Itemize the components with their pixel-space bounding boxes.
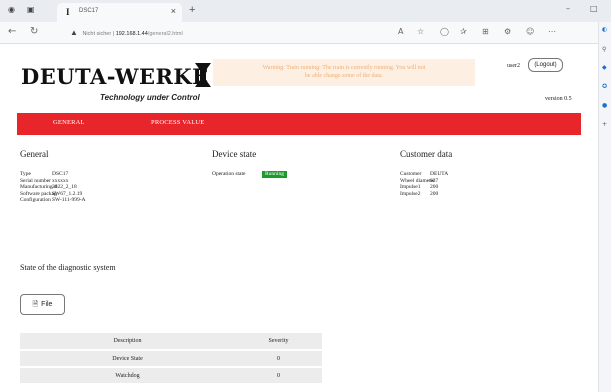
general-value: SW-111-999-A (52, 197, 86, 203)
status-badge: Running (262, 171, 287, 178)
collections-icon[interactable]: ⊞ (482, 27, 489, 36)
url-host: 192.168.1.44 (115, 31, 148, 37)
table-row: Watchdog 0 (20, 367, 322, 385)
column-header-severity: Severity (235, 333, 322, 351)
customer-value: 200 (430, 184, 439, 190)
tab-title: DSC17 (79, 8, 99, 14)
profile-icon[interactable]: ◉ (8, 5, 15, 14)
menu-item-process-value[interactable]: PROCESS VALUE (151, 119, 204, 126)
url-security-label: Nicht sicher (82, 31, 112, 37)
file-icon: 🗎 (32, 300, 39, 308)
general-info: Type DSC17 Serial numberxxxxxx Manufactur… (20, 171, 86, 204)
logo-text: DEUTA-WERKE (21, 64, 209, 89)
general-value: DSC17 (52, 171, 69, 177)
logout-button[interactable]: (Logout) (528, 58, 563, 72)
search-icon[interactable]: ⚲ (602, 46, 606, 53)
diagnostic-table: Description Severity Device State 0 Watc… (20, 333, 322, 385)
warning-icon: ▲ (70, 28, 78, 37)
favorite-star-icon[interactable]: ☆ (417, 27, 424, 36)
back-icon[interactable]: ← (8, 26, 16, 37)
customer-row: Impulse2 200 (400, 191, 448, 198)
file-button[interactable]: 🗎 File (20, 294, 65, 315)
address-bar: ← ↻ ▲ Nicht sicher | 192.168.1.44/genera… (0, 22, 611, 44)
shopping-icon[interactable]: ◆ (602, 64, 607, 71)
extensions-icon[interactable]: ⚙ (504, 27, 511, 36)
general-value: SW67_1.2.19 (52, 190, 83, 197)
customer-value: 200 (430, 190, 439, 197)
url-path: /general2.html (147, 31, 183, 37)
device-state-row: Operation state Running (212, 171, 287, 178)
diagnostic-title: State of the diagnostic system (20, 263, 116, 272)
read-aloud-icon[interactable]: A (398, 27, 403, 36)
operation-state-label: Operation state (212, 171, 246, 177)
maximize-icon[interactable]: □ (590, 4, 598, 13)
bing-icon[interactable]: ◐ (602, 26, 607, 33)
general-key: Configuration (20, 197, 51, 203)
sync-icon[interactable]: ◯ (440, 27, 449, 36)
browser-tab[interactable]: Ӏ DSC17 × (57, 3, 182, 22)
general-value: xxxxxx (52, 177, 69, 184)
menu-item-general[interactable]: GENERAL (53, 119, 85, 126)
tools-icon[interactable]: ✪ (602, 83, 607, 90)
general-row: ConfigurationSW-111-999-A (20, 197, 86, 204)
device-state-title: Device state (212, 149, 257, 159)
customer-data-title: Customer data (400, 149, 453, 159)
customer-info: Customer DEUTA Wheel diameter637 Impulse1… (400, 171, 448, 197)
favorites-icon[interactable]: ✰ (460, 27, 467, 36)
device-state-info: Operation state Running (212, 171, 287, 178)
column-header-description: Description (20, 333, 235, 351)
deuta-favicon-icon: Ӏ (66, 7, 70, 17)
deuta-logo-icon (195, 63, 211, 87)
main-menu: GENERAL PROCESS VALUE (17, 113, 581, 135)
customer-key: Impulse2 (400, 190, 421, 197)
general-title: General (20, 149, 49, 159)
edge-sidebar: ◐ ⚲ ◆ ✪ ● + (598, 22, 611, 392)
customer-value: 637 (430, 177, 439, 184)
more-menu-icon[interactable]: ⋯ (548, 27, 556, 36)
browser-tab-bar: ◉ ▣ Ӏ DSC17 × + – □ (0, 0, 611, 22)
reload-icon[interactable]: ↻ (30, 26, 38, 37)
severity-cell: 0 (235, 367, 322, 385)
tagline: Technology under Control (100, 93, 200, 102)
user-name: user2 (507, 63, 520, 69)
description-cell: Watchdog (20, 367, 235, 385)
file-button-label: File (41, 301, 53, 308)
severity-cell: 0 (235, 350, 322, 368)
add-icon[interactable]: + (602, 121, 607, 128)
warning-line-1: Warning: Train running: The train is cur… (262, 65, 426, 71)
description-cell: Device State (20, 350, 235, 368)
customer-value: DEUTA (430, 171, 449, 177)
account-icon[interactable]: ☺ (526, 27, 534, 36)
new-tab-icon[interactable]: + (189, 4, 195, 16)
table-row: Device State 0 (20, 350, 322, 368)
general-value: 2022_2_18 (52, 184, 77, 190)
page-content: DEUTA-WERKE Technology under Control War… (0, 44, 598, 392)
tab-close-icon[interactable]: × (171, 6, 176, 16)
games-icon[interactable]: ● (602, 102, 607, 109)
warning-line-2: be able change some of the data. (304, 73, 384, 79)
minimize-icon[interactable]: – (566, 4, 570, 13)
version-label: version 0.5 (545, 96, 572, 102)
tab-actions-icon[interactable]: ▣ (27, 5, 35, 14)
table-header-row: Description Severity (20, 333, 322, 351)
url-field[interactable]: ▲ Nicht sicher | 192.168.1.44/general2.h… (70, 26, 420, 40)
train-running-warning: Warning: Train running: The train is cur… (213, 59, 475, 86)
